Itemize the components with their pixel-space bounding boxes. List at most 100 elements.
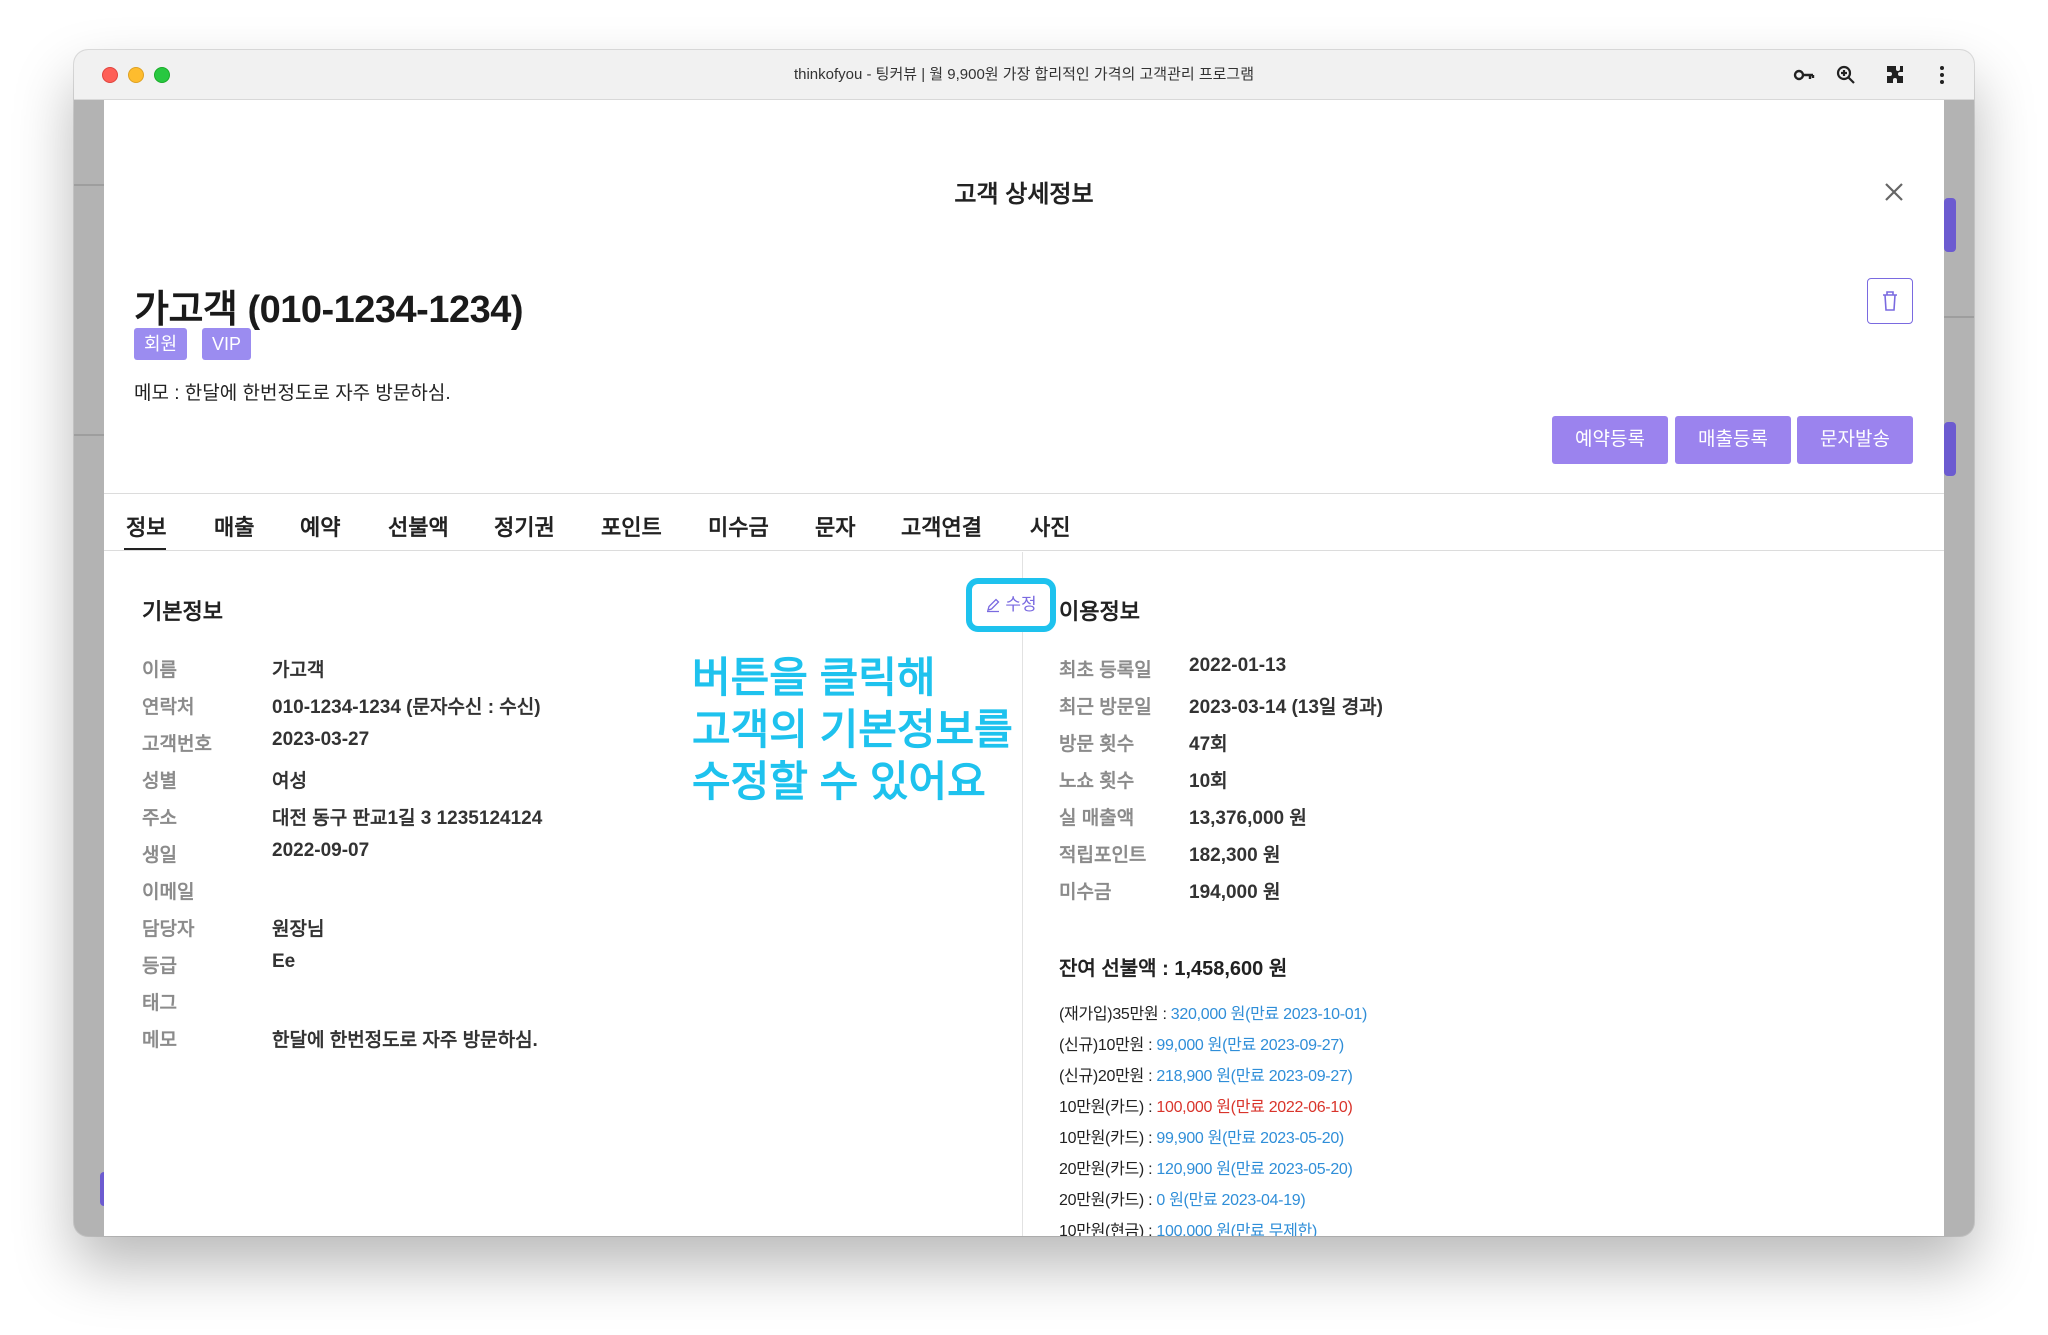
field-value-birthday: 2022-09-07 bbox=[272, 840, 370, 861]
field-label-manager: 담당자 bbox=[142, 919, 195, 940]
prepaid-item-amount: 99,000 원(만료 2023-09-27) bbox=[1156, 1037, 1344, 1054]
field-value-customer-number: 2023-03-27 bbox=[272, 729, 370, 750]
usage-value-visit-count: 47회 bbox=[1189, 734, 1228, 755]
basic-info-title: 기본정보 bbox=[142, 599, 223, 624]
prepaid-item-amount-expired: 100,000 원(만료 2022-06-10) bbox=[1156, 1099, 1353, 1116]
usage-label-receivable: 미수금 bbox=[1059, 882, 1112, 903]
prepaid-item: 20만원(카드) : 0 원(만료 2023-04-19) bbox=[1059, 1186, 1306, 1210]
tab-pass[interactable]: 정기권 bbox=[494, 510, 555, 542]
usage-value-first-registered: 2022-01-13 bbox=[1189, 655, 1287, 676]
tab-point[interactable]: 포인트 bbox=[601, 510, 662, 542]
send-sms-button[interactable]: 문자발송 bbox=[1797, 416, 1913, 464]
prepaid-item: 10만원(카드) : 100,000 원(만료 2022-06-10) bbox=[1059, 1093, 1353, 1117]
usage-value-noshow-count: 10회 bbox=[1189, 771, 1228, 792]
tab-sales[interactable]: 매출 bbox=[214, 510, 254, 542]
field-value-memo: 한달에 한번정도로 자주 방문하심. bbox=[272, 1030, 538, 1051]
prepaid-item-amount: 99,900 원(만료 2023-05-20) bbox=[1156, 1130, 1344, 1147]
title-bar: thinkofyou - 팅커뷰 | 월 9,900원 가장 합리적인 가격의 … bbox=[74, 50, 1974, 100]
close-icon[interactable] bbox=[1880, 178, 1908, 206]
prepaid-item-name: 10만원(카드) : bbox=[1059, 1099, 1157, 1116]
usage-label-last-visit: 최근 방문일 bbox=[1059, 697, 1152, 718]
usage-value-net-sales: 13,376,000 원 bbox=[1189, 808, 1307, 829]
tab-receivable[interactable]: 미수금 bbox=[708, 510, 769, 542]
field-label-email: 이메일 bbox=[142, 882, 195, 903]
field-label-memo: 메모 bbox=[142, 1030, 177, 1051]
field-label-name: 이름 bbox=[142, 660, 177, 681]
field-value-gender: 여성 bbox=[272, 771, 307, 792]
edit-label: 수정 bbox=[1005, 595, 1037, 614]
prepaid-item: (신규)10만원 : 99,000 원(만료 2023-09-27) bbox=[1059, 1031, 1344, 1055]
prepaid-item: 10만원(현금) : 100,000 원(만료 무제한) bbox=[1059, 1217, 1317, 1236]
tab-sms[interactable]: 문자 bbox=[815, 510, 855, 542]
key-icon[interactable] bbox=[1792, 63, 1816, 87]
usage-value-receivable: 194,000 원 bbox=[1189, 882, 1281, 903]
usage-label-points: 적립포인트 bbox=[1059, 845, 1147, 866]
usage-label-noshow-count: 노쇼 횟수 bbox=[1059, 771, 1135, 792]
background-divider bbox=[1944, 316, 1974, 318]
field-label-grade: 등급 bbox=[142, 956, 177, 977]
edit-button[interactable]: 수정 bbox=[972, 584, 1050, 626]
tabs-divider bbox=[104, 550, 1944, 551]
prepaid-item: (재가입)35만원 : 320,000 원(만료 2023-10-01) bbox=[1059, 1000, 1367, 1024]
tutorial-annotation: 버튼을 클릭해 고객의 기본정보를 수정할 수 있어요 bbox=[692, 652, 1022, 808]
field-label-birthday: 생일 bbox=[142, 845, 177, 866]
sales-register-button[interactable]: 매출등록 bbox=[1675, 416, 1791, 464]
tab-prepaid[interactable]: 선불액 bbox=[388, 510, 449, 542]
background-divider bbox=[74, 434, 104, 436]
prepaid-balance-title: 잔여 선불액 : 1,458,600 원 bbox=[1059, 958, 1288, 980]
usage-label-visit-count: 방문 횟수 bbox=[1059, 734, 1135, 755]
tab-customer-link[interactable]: 고객연결 bbox=[901, 510, 982, 542]
field-label-gender: 성별 bbox=[142, 771, 177, 792]
prepaid-item: 20만원(카드) : 120,900 원(만료 2023-05-20) bbox=[1059, 1155, 1353, 1179]
prepaid-item: 10만원(카드) : 99,900 원(만료 2023-05-20) bbox=[1059, 1124, 1344, 1148]
pencil-icon bbox=[987, 598, 1000, 613]
field-value-grade: Ee bbox=[272, 951, 296, 972]
field-value-address: 대전 동구 판교1길 3 1235124124 bbox=[272, 808, 543, 829]
background-button bbox=[1944, 422, 1956, 476]
column-divider bbox=[1022, 552, 1023, 1236]
prepaid-item-name: 10만원(카드) : bbox=[1059, 1130, 1157, 1147]
prepaid-item-name: (재가입)35만원 : bbox=[1059, 1006, 1171, 1023]
reserve-register-button[interactable]: 예약등록 bbox=[1552, 416, 1668, 464]
delete-customer-button[interactable] bbox=[1867, 278, 1913, 324]
zoom-icon[interactable] bbox=[1834, 63, 1858, 87]
usage-value-points: 182,300 원 bbox=[1189, 845, 1281, 866]
vip-badge: VIP bbox=[202, 328, 252, 360]
browser-window: thinkofyou - 팅커뷰 | 월 9,900원 가장 합리적인 가격의 … bbox=[74, 50, 1974, 1236]
prepaid-item-name: (신규)20만원 : bbox=[1059, 1068, 1157, 1085]
edit-highlight: 수정 bbox=[966, 578, 1056, 632]
field-label-tag: 태그 bbox=[142, 993, 177, 1014]
trash-icon bbox=[1883, 291, 1897, 311]
prepaid-item-name: (신규)10만원 : bbox=[1059, 1037, 1157, 1054]
tab-photo[interactable]: 사진 bbox=[1030, 510, 1070, 542]
prepaid-item-amount: 120,900 원(만료 2023-05-20) bbox=[1156, 1161, 1353, 1178]
more-menu-icon[interactable] bbox=[1930, 63, 1954, 87]
modal-title: 고객 상세정보 bbox=[954, 181, 1094, 208]
extensions-icon[interactable] bbox=[1884, 63, 1908, 87]
prepaid-item-amount: 218,900 원(만료 2023-09-27) bbox=[1156, 1068, 1353, 1085]
prepaid-item: (신규)20만원 : 218,900 원(만료 2023-09-27) bbox=[1059, 1062, 1353, 1086]
annotation-line: 고객의 기본정보를 bbox=[692, 706, 1013, 753]
annotation-line: 버튼을 클릭해 bbox=[692, 654, 936, 701]
tab-info[interactable]: 정보 bbox=[126, 510, 166, 542]
usage-value-last-visit: 2023-03-14 (13일 경과) bbox=[1189, 697, 1383, 718]
prepaid-item-name: 10만원(현금) : bbox=[1059, 1223, 1157, 1236]
prepaid-item-name: 20만원(카드) : bbox=[1059, 1192, 1157, 1209]
field-value-phone: 010-1234-1234 (문자수신 : 수신) bbox=[272, 697, 541, 718]
window-title: thinkofyou - 팅커뷰 | 월 9,900원 가장 합리적인 가격의 … bbox=[793, 66, 1255, 83]
customer-memo: 메모 : 한달에 한번정도로 자주 방문하심. bbox=[134, 383, 451, 404]
customer-name: 가고객 (010-1234-1234) bbox=[134, 289, 524, 331]
tabs-divider bbox=[104, 493, 1944, 494]
background-divider bbox=[74, 184, 104, 186]
background-button bbox=[1944, 198, 1956, 252]
usage-info-title: 이용정보 bbox=[1059, 599, 1140, 624]
field-value-manager: 원장님 bbox=[272, 919, 325, 940]
prepaid-item-name: 20만원(카드) : bbox=[1059, 1161, 1157, 1178]
prepaid-item-amount: 320,000 원(만료 2023-10-01) bbox=[1170, 1006, 1367, 1023]
prepaid-item-amount: 0 원(만료 2023-04-19) bbox=[1156, 1192, 1306, 1209]
tab-reservation[interactable]: 예약 bbox=[300, 510, 340, 542]
prepaid-item-amount: 100,000 원(만료 무제한) bbox=[1156, 1223, 1317, 1236]
field-value-name: 가고객 bbox=[272, 660, 325, 681]
field-label-address: 주소 bbox=[142, 808, 177, 829]
usage-label-net-sales: 실 매출액 bbox=[1059, 808, 1135, 829]
